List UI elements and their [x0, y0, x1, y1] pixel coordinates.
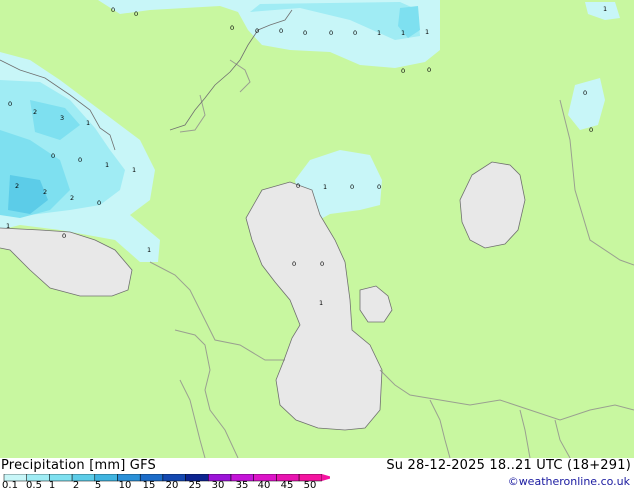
valid-time: Su 28-12-2025 18..21 UTC (18+291)	[386, 458, 631, 473]
scale-tick-label: 20	[165, 480, 179, 491]
precip-label: 0	[62, 232, 66, 240]
precip-label: 1	[323, 183, 327, 191]
precip-label: 0	[97, 199, 101, 207]
scale-tick-label: 10	[118, 480, 132, 491]
precip-label: 0	[111, 6, 115, 14]
precip-label: 0	[583, 89, 587, 97]
precip-label: 0	[320, 260, 324, 268]
precip-label: 1	[425, 28, 429, 36]
precip-label: 1	[319, 299, 323, 307]
scale-tick-label: 40	[257, 480, 271, 491]
credit-link[interactable]: ©weatheronline.co.uk	[508, 475, 630, 488]
scale-tick-label: 30	[211, 480, 225, 491]
precip-label: 0	[134, 10, 138, 18]
scale-tick-label: 1	[48, 480, 56, 491]
precip-label: 1	[86, 119, 90, 127]
precip-label: 0	[401, 67, 405, 75]
precip-label: 1	[132, 166, 136, 174]
precip-label: 0	[51, 152, 55, 160]
scale-tick-label: 0.1	[2, 480, 18, 491]
precip-label: 0	[350, 183, 354, 191]
precip-label: 2	[33, 108, 37, 116]
scale-tick-label: 2	[72, 480, 80, 491]
precip-label: 1	[377, 29, 381, 37]
precip-label: 1	[6, 222, 10, 230]
precipitation-map: 0 0 0 0 0 0 0 0 1 1 1 0 0 0 2 3 1 0 0 1 …	[0, 0, 634, 459]
precip-label: 2	[70, 194, 74, 202]
scale-tick-label: 45	[280, 480, 294, 491]
precip-label: 0	[296, 182, 300, 190]
precip-label: 0	[255, 27, 259, 35]
precip-label: 1	[401, 29, 405, 37]
precip-label: 1	[105, 161, 109, 169]
scale-tick-label: 15	[142, 480, 156, 491]
scale-tick-label: 0.5	[26, 480, 42, 491]
scale-tick-label: 50	[303, 480, 317, 491]
legend-title: Precipitation [mm] GFS	[1, 458, 156, 473]
precip-label: 0	[303, 29, 307, 37]
precip-label: 0	[353, 29, 357, 37]
legend-bar: Precipitation [mm] GFS Su 28-12-2025 18.…	[0, 458, 634, 491]
precip-label: 1	[147, 246, 151, 254]
precip-label: 0	[279, 27, 283, 35]
precip-label: 0	[8, 100, 12, 108]
precip-label: 1	[603, 5, 607, 13]
precip-label: 3	[60, 114, 64, 122]
precip-label: 0	[78, 156, 82, 164]
precip-label: 2	[43, 188, 47, 196]
scale-tick-label: 25	[188, 480, 202, 491]
scale-tick-label: 35	[235, 480, 249, 491]
precip-label: 0	[292, 260, 296, 268]
precip-label: 0	[427, 66, 431, 74]
scale-arrow-icon	[321, 474, 330, 481]
precip-label: 0	[589, 126, 593, 134]
precip-label: 0	[230, 24, 234, 32]
precip-label: 2	[15, 182, 19, 190]
precip-label: 0	[329, 29, 333, 37]
precip-label: 0	[377, 183, 381, 191]
scale-tick-label: 5	[94, 480, 102, 491]
